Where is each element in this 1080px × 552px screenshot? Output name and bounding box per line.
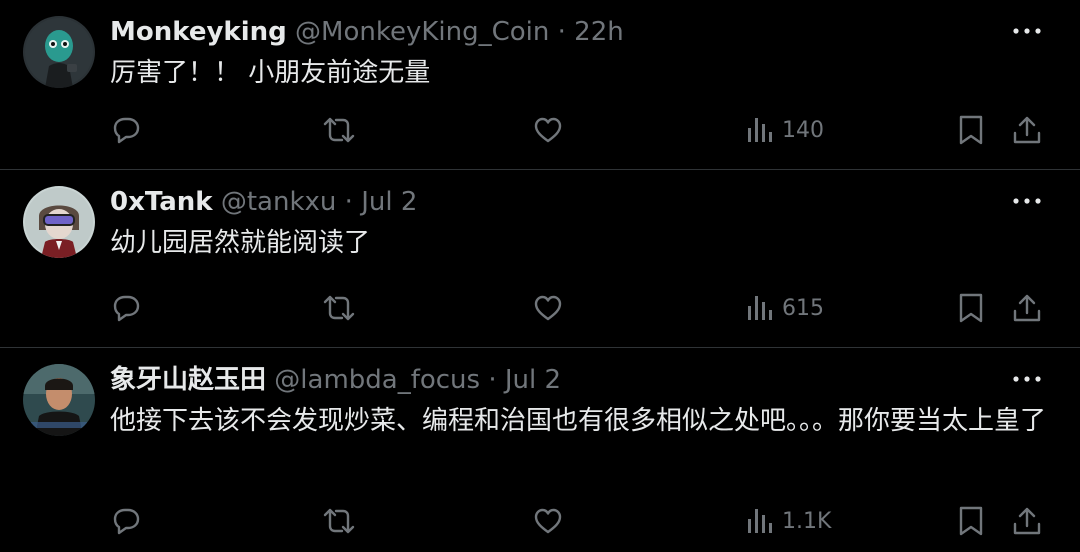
more-dots-icon — [1013, 28, 1041, 34]
tweet-header: Monkeyking @MonkeyKing_Coin · 22h — [110, 16, 624, 48]
share-button[interactable] — [1012, 288, 1042, 328]
share-icon — [1013, 507, 1041, 535]
views-count: 1.1K — [782, 508, 832, 534]
like-icon — [534, 508, 562, 534]
person-photo-avatar-icon — [23, 364, 95, 436]
share-icon — [1013, 294, 1041, 322]
views-count: 615 — [782, 295, 824, 321]
bookmark-button[interactable] — [957, 110, 985, 150]
avatar[interactable] — [23, 186, 95, 258]
like-button[interactable] — [532, 288, 564, 328]
retweet-button[interactable] — [322, 501, 356, 541]
reply-icon — [113, 508, 140, 535]
bookmark-button[interactable] — [957, 501, 985, 541]
views-count: 140 — [782, 117, 824, 143]
bookmark-icon — [959, 293, 983, 323]
more-options-button[interactable] — [1012, 364, 1042, 394]
avatar[interactable] — [23, 16, 95, 88]
reply-icon — [113, 117, 140, 144]
tweet[interactable]: Monkeyking @MonkeyKing_Coin · 22h 厉害了！！ … — [0, 0, 1080, 170]
user-handle[interactable]: @lambda_focus — [274, 365, 480, 395]
display-name[interactable]: Monkeyking — [110, 17, 287, 47]
timestamp[interactable]: 22h — [574, 17, 624, 47]
avatar[interactable] — [23, 364, 95, 436]
bookmark-icon — [959, 115, 983, 145]
user-handle[interactable]: @tankxu — [221, 187, 337, 217]
user-handle[interactable]: @MonkeyKing_Coin — [295, 17, 549, 47]
tweet[interactable]: 象牙山赵玉田 @lambda_focus · Jul 2 他接下去该不会发现炒菜… — [0, 348, 1080, 552]
retweet-button[interactable] — [322, 110, 356, 150]
tweet-text: 幼儿园居然就能阅读了 — [110, 228, 371, 258]
reply-button[interactable] — [110, 501, 142, 541]
action-bar: 140 — [0, 110, 1080, 150]
views-button[interactable]: 140 — [746, 110, 824, 150]
tweet-header: 0xTank @tankxu · Jul 2 — [110, 186, 417, 218]
monkey-avatar-icon — [23, 16, 95, 88]
share-icon — [1013, 116, 1041, 144]
reply-icon — [113, 295, 140, 322]
action-bar: 615 — [0, 288, 1080, 328]
share-button[interactable] — [1012, 110, 1042, 150]
display-name[interactable]: 象牙山赵玉田 — [110, 365, 266, 395]
retweet-icon — [323, 508, 355, 534]
retweet-button[interactable] — [322, 288, 356, 328]
bookmark-button[interactable] — [957, 288, 985, 328]
reply-button[interactable] — [110, 288, 142, 328]
separator-dot: · — [344, 187, 353, 217]
views-icon — [748, 118, 772, 142]
tweet-text: 厉害了！！ 小朋友前途无量 — [110, 58, 431, 88]
views-icon — [748, 296, 772, 320]
vr-headset-avatar-icon — [23, 186, 95, 258]
tweet-text: 他接下去该不会发现炒菜、编程和治国也有很多相似之处吧。。。那你要当太上皇了 — [110, 406, 1047, 436]
more-options-button[interactable] — [1012, 16, 1042, 46]
like-icon — [534, 117, 562, 143]
timestamp[interactable]: Jul 2 — [505, 365, 561, 395]
tweet[interactable]: 0xTank @tankxu · Jul 2 幼儿园居然就能阅读了 615 — [0, 170, 1080, 348]
like-button[interactable] — [532, 501, 564, 541]
timestamp[interactable]: Jul 2 — [361, 187, 417, 217]
tweet-header: 象牙山赵玉田 @lambda_focus · Jul 2 — [110, 364, 561, 396]
separator-dot: · — [488, 365, 497, 395]
more-options-button[interactable] — [1012, 186, 1042, 216]
retweet-icon — [323, 117, 355, 143]
like-icon — [534, 295, 562, 321]
action-bar: 1.1K — [0, 501, 1080, 541]
like-button[interactable] — [532, 110, 564, 150]
views-icon — [748, 509, 772, 533]
share-button[interactable] — [1012, 501, 1042, 541]
more-dots-icon — [1013, 376, 1041, 382]
reply-feed: Monkeyking @MonkeyKing_Coin · 22h 厉害了！！ … — [0, 0, 1080, 552]
views-button[interactable]: 1.1K — [746, 501, 831, 541]
display-name[interactable]: 0xTank — [110, 187, 213, 217]
bookmark-icon — [959, 506, 983, 536]
retweet-icon — [323, 295, 355, 321]
more-dots-icon — [1013, 198, 1041, 204]
views-button[interactable]: 615 — [746, 288, 824, 328]
separator-dot: · — [557, 17, 566, 47]
reply-button[interactable] — [110, 110, 142, 150]
